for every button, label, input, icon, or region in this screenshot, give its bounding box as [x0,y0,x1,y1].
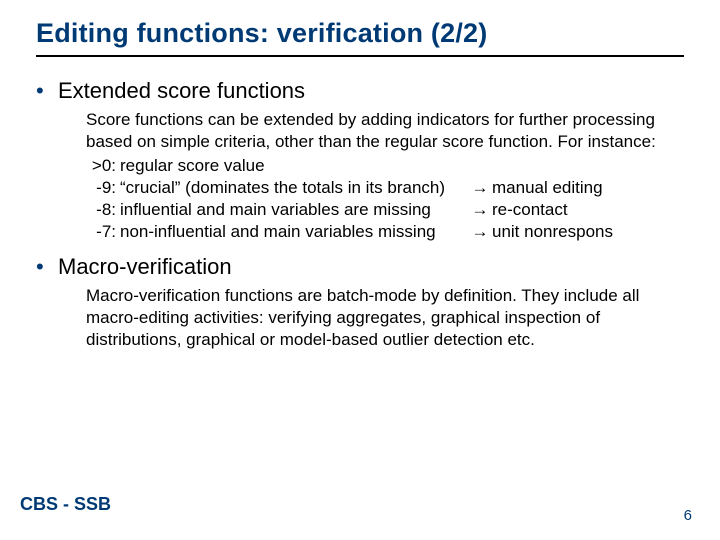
indicator-row: >0: regular score value [86,155,684,177]
indicator-code: -7: [86,221,120,243]
indicator-code: >0: [86,155,120,177]
indicator-desc: influential and main variables are missi… [120,199,468,221]
indicator-desc: “crucial” (dominates the totals in its b… [120,177,468,199]
section-heading: Extended score functions [58,77,305,105]
indicator-row: -7: non-influential and main variables m… [86,221,684,243]
indicator-row: -8: influential and main variables are m… [86,199,684,221]
footer-label: CBS - SSB [20,494,111,515]
indicator-desc: regular score value [120,155,468,177]
slide: Editing functions: verification (2/2) • … [0,0,720,540]
arrow-icon [468,155,492,177]
content-area: • Extended score functions Score functio… [0,57,720,351]
arrow-icon: → [468,177,492,199]
bullet-icon: • [36,77,58,105]
indicator-action: manual editing [492,177,684,199]
indicator-row: -9: “crucial” (dominates the totals in i… [86,177,684,199]
title-area: Editing functions: verification (2/2) [0,0,720,49]
section2-body: Macro-verification functions are batch-m… [86,285,684,351]
arrow-icon: → [468,199,492,221]
indicator-action: unit nonrespons [492,221,684,243]
indicator-action [492,155,684,177]
bullet-extended-score: • Extended score functions [36,77,684,105]
indicator-action: re-contact [492,199,684,221]
arrow-icon: → [468,221,492,243]
bullet-macro-verification: • Macro-verification [36,253,684,281]
footer: CBS - SSB 6 [0,494,720,518]
section1-body: Score functions can be extended by addin… [86,109,684,243]
indicator-rows: >0: regular score value -9: “crucial” (d… [86,155,684,243]
page-number: 6 [684,507,692,524]
section1-intro: Score functions can be extended by addin… [86,109,684,153]
bullet-icon: • [36,253,58,281]
indicator-desc: non-influential and main variables missi… [120,221,468,243]
section-heading: Macro-verification [58,253,232,281]
indicator-code: -9: [86,177,120,199]
indicator-code: -8: [86,199,120,221]
page-title: Editing functions: verification (2/2) [36,18,684,49]
